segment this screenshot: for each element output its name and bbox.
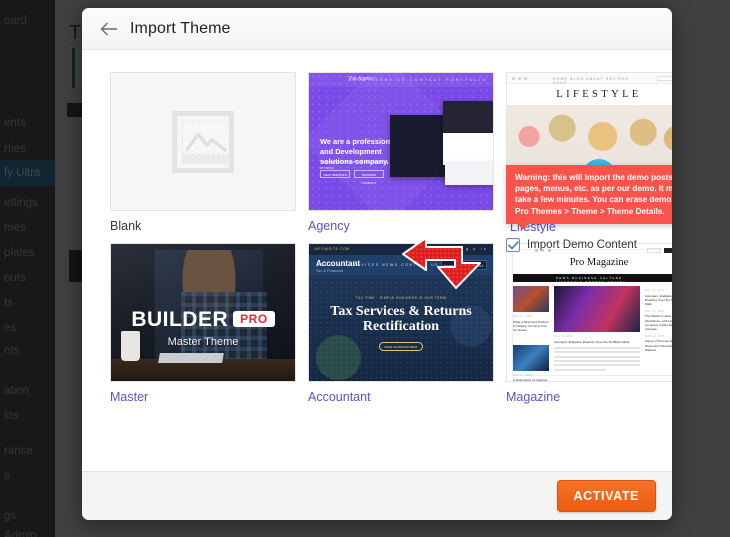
- screen: T oardentsrtiesfy Ultraettingsmesplateso…: [0, 0, 730, 537]
- agency-preview-button-1: VIEW SERVICES: [320, 170, 350, 178]
- modal-header: Import Theme: [82, 8, 672, 50]
- lifestyle-preview-nav: HOME BLOG ABOUT RECIPES SHOP: [553, 77, 630, 85]
- theme-grid: Blank Pro Agency ABOUT SERVICE CONTACT P…: [110, 72, 672, 408]
- accountant-preview-button: MAKE AN APPOINTMENT: [379, 342, 423, 351]
- accountant-preview-cta: BOOK A FREE CONSULT: [441, 260, 487, 270]
- lifestyle-preview-search: [657, 76, 672, 81]
- magazine-left-date-2: MAY 13, 2021: [513, 373, 533, 377]
- theme-label-magazine[interactable]: Magazine: [506, 388, 672, 408]
- magazine-preview-search-icon: [664, 248, 672, 253]
- activate-button[interactable]: ACTIVATE: [556, 480, 656, 512]
- magazine-right-date-3: MAY 13, 2021: [645, 334, 665, 338]
- import-theme-modal: Import Theme Blank Pro Agency ABOUT SERV…: [82, 8, 672, 520]
- import-demo-content-label: Import Demo Content: [527, 239, 637, 251]
- theme-thumbnail-master[interactable]: BUILDER PRO Master Theme: [110, 243, 296, 382]
- magazine-right-headline-1: Avengers: Endgame Reaches Over the No Bi…: [645, 293, 672, 307]
- theme-thumbnail-magazine[interactable]: Pro Magazine NEWS BUSINESS CULTURE LIFES…: [506, 243, 672, 382]
- theme-card-accountant: INFO@SITE.COM f t g p in Accountant Tax …: [308, 243, 494, 408]
- theme-card-blank: Blank: [110, 72, 296, 237]
- agency-preview-screens: [390, 101, 493, 185]
- theme-thumbnail-accountant[interactable]: INFO@SITE.COM f t g p in Accountant Tax …: [308, 243, 494, 382]
- agency-preview-button-2: BROWSE COMPANY: [354, 170, 384, 185]
- import-warning-tooltip: Warning: this will import the demo posts…: [506, 165, 672, 230]
- magazine-right-date-1: MAY 13, 2021: [645, 289, 665, 292]
- page-title: Import Theme: [130, 19, 231, 37]
- magazine-right-headline-3: Game of Thrones Western News and Chronic…: [645, 339, 672, 353]
- magazine-main-date: MAY 13, 2021: [554, 335, 574, 338]
- master-preview-subtitle: Master Theme: [167, 336, 239, 348]
- import-demo-content-row: Import Demo Content: [506, 238, 637, 252]
- magazine-left-headline-1: What a Stroll and Product Is Helping You…: [513, 319, 549, 333]
- magazine-preview-title: Pro Magazine: [569, 257, 629, 268]
- image-placeholder-icon: [172, 110, 234, 173]
- modal-footer: ACTIVATE: [82, 471, 672, 520]
- back-arrow-icon[interactable]: [98, 18, 120, 40]
- lifestyle-preview-logo: LIFESTYLE: [556, 89, 642, 100]
- accountant-preview-headline: Tax Services & Returns Rectification: [330, 304, 472, 334]
- theme-label-accountant[interactable]: Accountant: [308, 388, 494, 408]
- import-demo-content-checkbox[interactable]: [506, 238, 520, 252]
- accountant-preview-nav: ABOUT US SERVICES NEWS CONTACT US: [317, 263, 439, 267]
- theme-thumbnail-agency[interactable]: Pro Agency ABOUT SERVICE CONTACT PORTFOL…: [308, 72, 494, 211]
- agency-preview-nav: ABOUT SERVICE CONTACT PORTFOLIO: [348, 77, 487, 82]
- theme-label-agency[interactable]: Agency: [308, 217, 494, 237]
- master-preview-wordmark: BUILDER: [131, 308, 229, 331]
- master-preview-badge: PRO: [233, 311, 275, 327]
- magazine-left-headline-2: A Technology of Catering to the pet Busi…: [513, 378, 548, 382]
- agency-preview-buttons: VIEW SERVICES BROWSE COMPANY: [320, 170, 384, 185]
- magazine-main-headline: Avengers: Endgame Reaches Over the No Bi…: [554, 339, 630, 344]
- theme-thumbnail-blank[interactable]: [110, 72, 296, 211]
- magazine-right-date-2: MAY 13, 2021: [645, 309, 665, 313]
- theme-label-master[interactable]: Master: [110, 388, 296, 408]
- theme-card-agency: Pro Agency ABOUT SERVICE CONTACT PORTFOL…: [308, 72, 494, 237]
- theme-label-blank: Blank: [110, 219, 142, 233]
- magazine-right-headline-2: The Mission Latest Showtimes, a Producti…: [645, 314, 672, 332]
- theme-card-lifestyle: HOME BLOG ABOUT RECIPES SHOP LIFESTYLE L…: [506, 72, 672, 252]
- magazine-left-date-1: MAY 13, 2021: [513, 315, 533, 318]
- accountant-preview-tagline: Tax & Financial: [316, 269, 344, 273]
- accountant-preview-topbar: INFO@SITE.COM: [314, 247, 350, 251]
- accountant-preview-social: f t g p in: [453, 247, 488, 251]
- modal-body: Blank Pro Agency ABOUT SERVICE CONTACT P…: [82, 50, 672, 471]
- theme-card-master: BUILDER PRO Master Theme Master: [110, 243, 296, 408]
- theme-card-magazine: Pro Magazine NEWS BUSINESS CULTURE LIFES…: [506, 243, 672, 408]
- accountant-preview-eyebrow: TAX TIME · SIMPLE BUSINESS IS OUR TERM: [355, 296, 447, 300]
